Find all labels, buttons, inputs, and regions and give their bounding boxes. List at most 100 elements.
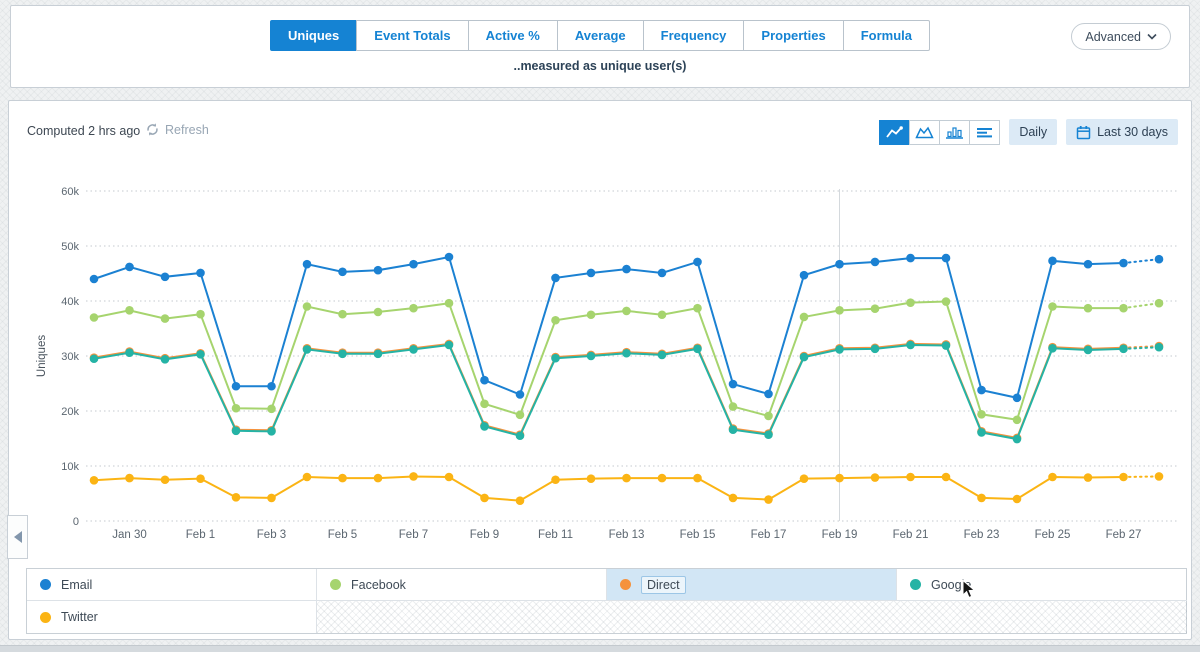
data-point-facebook[interactable] <box>977 410 986 419</box>
data-point-facebook[interactable] <box>161 314 170 323</box>
data-point-email[interactable] <box>906 254 915 263</box>
data-point-facebook[interactable] <box>693 304 702 313</box>
data-point-twitter[interactable] <box>267 494 276 503</box>
data-point-twitter[interactable] <box>942 473 951 482</box>
data-point-twitter[interactable] <box>1013 495 1022 504</box>
data-point-email[interactable] <box>1119 259 1128 268</box>
data-point-email[interactable] <box>622 265 631 274</box>
data-point-twitter[interactable] <box>196 474 205 483</box>
data-point-facebook[interactable] <box>800 313 809 322</box>
data-point-email[interactable] <box>516 390 525 399</box>
data-point-google[interactable] <box>729 425 738 434</box>
data-point-facebook[interactable] <box>90 313 99 322</box>
data-point-facebook[interactable] <box>480 400 489 409</box>
collapse-panel-button[interactable] <box>7 515 28 559</box>
data-point-facebook[interactable] <box>516 411 525 420</box>
data-point-twitter[interactable] <box>906 473 915 482</box>
data-point-twitter[interactable] <box>303 473 312 482</box>
data-point-twitter[interactable] <box>161 475 170 484</box>
data-point-facebook[interactable] <box>1119 304 1128 313</box>
data-point-email[interactable] <box>800 271 809 280</box>
data-point-twitter[interactable] <box>125 474 134 483</box>
data-point-facebook[interactable] <box>125 306 134 315</box>
data-point-twitter[interactable] <box>516 496 525 505</box>
data-point-email[interactable] <box>1084 260 1093 269</box>
data-point-twitter[interactable] <box>1084 473 1093 482</box>
data-point-google[interactable] <box>800 353 809 362</box>
data-point-facebook[interactable] <box>1013 416 1022 425</box>
data-point-twitter[interactable] <box>232 493 241 502</box>
data-point-facebook[interactable] <box>764 412 773 421</box>
data-point-google[interactable] <box>90 354 99 363</box>
data-point-twitter[interactable] <box>374 474 383 483</box>
data-point-facebook[interactable] <box>374 308 383 317</box>
data-point-google[interactable] <box>977 428 986 437</box>
data-point-email[interactable] <box>551 274 560 283</box>
data-point-google[interactable] <box>1155 343 1164 352</box>
data-point-email[interactable] <box>409 260 418 269</box>
legend-item-facebook[interactable]: Facebook <box>317 569 607 601</box>
data-point-email[interactable] <box>1048 257 1057 266</box>
data-point-twitter[interactable] <box>480 494 489 503</box>
data-point-facebook[interactable] <box>267 405 276 414</box>
data-point-email[interactable] <box>942 254 951 263</box>
data-point-facebook[interactable] <box>303 302 312 311</box>
data-point-google[interactable] <box>338 350 347 359</box>
data-point-twitter[interactable] <box>977 494 986 503</box>
data-point-facebook[interactable] <box>1155 299 1164 308</box>
data-point-email[interactable] <box>587 269 596 278</box>
data-point-facebook[interactable] <box>587 310 596 319</box>
data-point-email[interactable] <box>445 253 454 262</box>
data-point-email[interactable] <box>1013 394 1022 403</box>
data-point-twitter[interactable] <box>800 474 809 483</box>
data-point-twitter[interactable] <box>551 475 560 484</box>
data-point-google[interactable] <box>764 430 773 439</box>
tab-average[interactable]: Average <box>557 20 644 51</box>
data-point-google[interactable] <box>161 355 170 364</box>
data-point-google[interactable] <box>942 341 951 350</box>
data-point-email[interactable] <box>232 382 241 391</box>
data-point-facebook[interactable] <box>871 304 880 313</box>
data-point-google[interactable] <box>871 345 880 354</box>
data-point-email[interactable] <box>1155 255 1164 264</box>
data-point-twitter[interactable] <box>1048 473 1057 482</box>
data-point-google[interactable] <box>125 348 134 357</box>
data-point-google[interactable] <box>1048 344 1057 353</box>
data-point-email[interactable] <box>267 382 276 391</box>
tab-frequency[interactable]: Frequency <box>643 20 745 51</box>
tab-event-totals[interactable]: Event Totals <box>356 20 468 51</box>
legend-item-email[interactable]: Email <box>27 569 317 601</box>
data-point-google[interactable] <box>835 345 844 354</box>
data-point-twitter[interactable] <box>409 472 418 481</box>
data-point-google[interactable] <box>303 345 312 354</box>
tab-uniques[interactable]: Uniques <box>270 20 357 51</box>
data-point-facebook[interactable] <box>232 404 241 413</box>
data-point-google[interactable] <box>232 427 241 436</box>
data-point-facebook[interactable] <box>445 299 454 308</box>
data-point-email[interactable] <box>338 268 347 277</box>
data-point-twitter[interactable] <box>729 494 738 503</box>
data-point-facebook[interactable] <box>551 316 560 325</box>
data-point-email[interactable] <box>480 376 489 385</box>
data-point-twitter[interactable] <box>764 495 773 504</box>
data-point-google[interactable] <box>1119 345 1128 354</box>
data-point-google[interactable] <box>906 341 915 350</box>
data-point-email[interactable] <box>977 386 986 395</box>
data-point-twitter[interactable] <box>1119 473 1128 482</box>
data-point-google[interactable] <box>267 427 276 436</box>
bottom-scrollbar[interactable] <box>0 645 1200 652</box>
data-point-google[interactable] <box>374 350 383 359</box>
data-point-twitter[interactable] <box>90 476 99 485</box>
data-point-google[interactable] <box>551 354 560 363</box>
data-point-email[interactable] <box>303 260 312 269</box>
data-point-facebook[interactable] <box>622 307 631 316</box>
data-point-facebook[interactable] <box>409 304 418 313</box>
tab-active-[interactable]: Active % <box>468 20 558 51</box>
data-point-facebook[interactable] <box>1084 304 1093 313</box>
data-point-twitter[interactable] <box>622 474 631 483</box>
data-point-google[interactable] <box>622 349 631 358</box>
data-point-google[interactable] <box>480 422 489 431</box>
data-point-google[interactable] <box>1084 346 1093 355</box>
legend-item-direct[interactable]: Direct <box>607 569 897 601</box>
data-point-email[interactable] <box>658 269 667 278</box>
